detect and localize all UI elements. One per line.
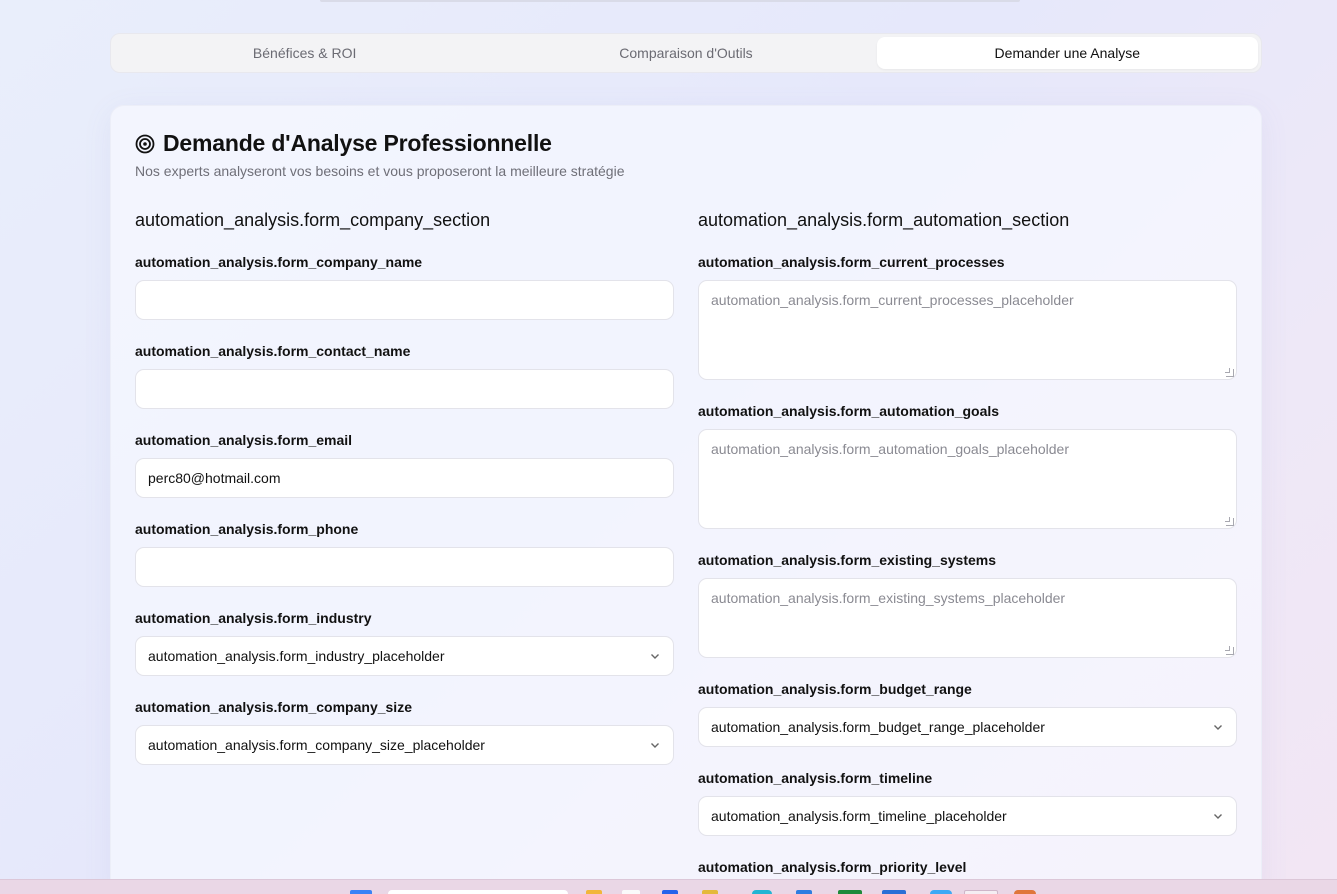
company-size-select-value: automation_analysis.form_company_size_pl…	[148, 737, 485, 753]
taskbar-app-icon[interactable]	[796, 890, 812, 894]
start-icon[interactable]	[350, 890, 372, 894]
card-header: Demande d'Analyse Professionnelle	[135, 130, 552, 157]
taskbar-app-icon[interactable]	[882, 890, 906, 894]
industry-select-value: automation_analysis.form_industry_placeh…	[148, 648, 445, 664]
current-processes-placeholder: automation_analysis.form_current_process…	[711, 292, 1074, 308]
taskbar-app-icon[interactable]	[586, 890, 602, 894]
company-name-label: automation_analysis.form_company_name	[135, 254, 423, 270]
company-name-input[interactable]	[135, 280, 674, 320]
phone-label: automation_analysis.form_phone	[135, 521, 359, 537]
taskbar-app-icon[interactable]	[752, 890, 772, 894]
page-subtitle: Nos experts analyseront vos besoins et v…	[135, 163, 625, 179]
os-taskbar	[0, 879, 1337, 894]
resize-handle-icon[interactable]	[1225, 646, 1234, 655]
existing-systems-label: automation_analysis.form_existing_system…	[698, 552, 997, 568]
budget-range-label: automation_analysis.form_budget_range	[698, 681, 972, 697]
phone-input[interactable]	[135, 547, 674, 587]
current-processes-textarea[interactable]: automation_analysis.form_current_process…	[698, 280, 1237, 380]
industry-select[interactable]: automation_analysis.form_industry_placeh…	[135, 636, 674, 676]
resize-handle-icon[interactable]	[1225, 517, 1234, 526]
taskbar-app-icon[interactable]	[1014, 890, 1036, 894]
page-title: Demande d'Analyse Professionnelle	[163, 130, 552, 156]
chevron-down-icon	[651, 743, 659, 748]
target-icon	[135, 134, 155, 154]
resize-handle-icon[interactable]	[1225, 368, 1234, 377]
automation-section-title: automation_analysis.form_automation_sect…	[698, 210, 1070, 230]
existing-systems-textarea[interactable]: automation_analysis.form_existing_system…	[698, 578, 1237, 658]
company-section-title: automation_analysis.form_company_section	[135, 210, 491, 230]
timeline-select-value: automation_analysis.form_timeline_placeh…	[711, 808, 1007, 824]
tab-tools-comparison[interactable]: Comparaison d'Outils	[495, 37, 876, 69]
current-processes-label: automation_analysis.form_current_process…	[698, 254, 1005, 270]
chevron-down-icon	[1214, 725, 1222, 730]
email-label: automation_analysis.form_email	[135, 432, 353, 448]
tab-benefits-roi[interactable]: Bénéfices & ROI	[114, 37, 495, 69]
tab-request-analysis[interactable]: Demander une Analyse	[876, 37, 1258, 69]
company-section: automation_analysis.form_company_section…	[135, 209, 674, 765]
chevron-down-icon	[651, 654, 659, 659]
analysis-request-card: Demande d'Analyse Professionnelle Nos ex…	[110, 105, 1262, 894]
taskbar-app-icon[interactable]	[702, 890, 718, 894]
email-input[interactable]: perc80@hotmail.com	[135, 458, 674, 498]
priority-level-label: automation_analysis.form_priority_level	[698, 859, 967, 875]
existing-systems-placeholder: automation_analysis.form_existing_system…	[711, 590, 1066, 606]
industry-label: automation_analysis.form_industry	[135, 610, 372, 626]
budget-range-select-value: automation_analysis.form_budget_range_pl…	[711, 719, 1045, 735]
budget-range-select[interactable]: automation_analysis.form_budget_range_pl…	[698, 707, 1237, 747]
taskbar-app-icon[interactable]	[930, 890, 952, 894]
timeline-label: automation_analysis.form_timeline	[698, 770, 933, 786]
company-size-select[interactable]: automation_analysis.form_company_size_pl…	[135, 725, 674, 765]
tab-bar: Bénéfices & ROI Comparaison d'Outils Dem…	[110, 33, 1262, 73]
timeline-select[interactable]: automation_analysis.form_timeline_placeh…	[698, 796, 1237, 836]
automation-goals-textarea[interactable]: automation_analysis.form_automation_goal…	[698, 429, 1237, 529]
top-edge-hint	[320, 0, 1020, 2]
taskbar-app-icon[interactable]	[964, 890, 998, 894]
contact-name-label: automation_analysis.form_contact_name	[135, 343, 411, 359]
taskbar-app-icon[interactable]	[622, 890, 640, 894]
taskbar-app-icon[interactable]	[838, 890, 862, 894]
contact-name-input[interactable]	[135, 369, 674, 409]
automation-section: automation_analysis.form_automation_sect…	[698, 209, 1237, 876]
taskbar-app-icon[interactable]	[662, 890, 678, 894]
taskbar-search-box[interactable]	[388, 890, 568, 894]
company-size-label: automation_analysis.form_company_size	[135, 699, 412, 715]
chevron-down-icon	[1214, 814, 1222, 819]
automation-goals-label: automation_analysis.form_automation_goal…	[698, 403, 1000, 419]
automation-goals-placeholder: automation_analysis.form_automation_goal…	[711, 441, 1070, 457]
